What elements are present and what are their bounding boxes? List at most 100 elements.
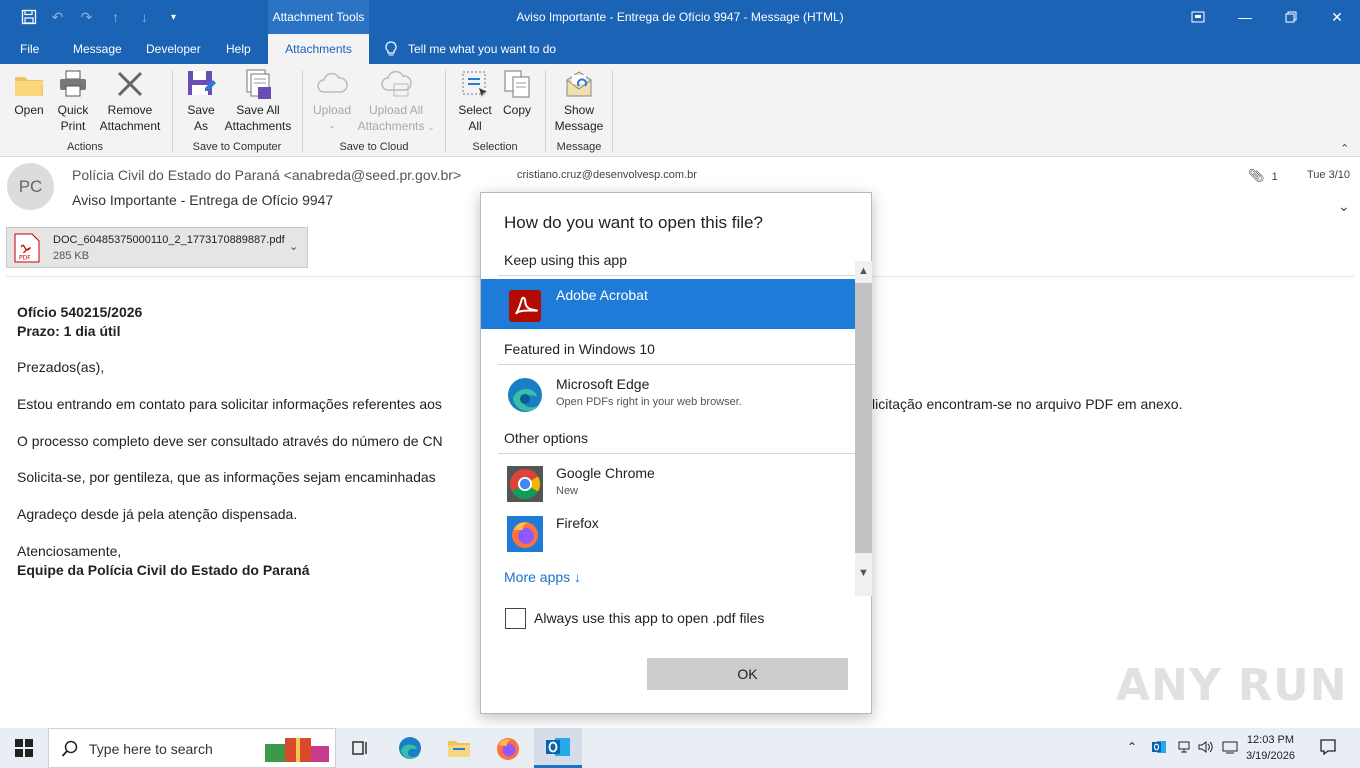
body-paragraph-4: Agradeço desde já pela atenção dispensad… xyxy=(17,506,298,522)
scrollbar-thumb[interactable] xyxy=(855,283,872,553)
windows-logo-icon xyxy=(15,739,33,757)
chevron-down-icon: ⌄ xyxy=(427,123,435,132)
section-other-options: Other options xyxy=(504,430,589,446)
outlook-tray-icon[interactable] xyxy=(1151,739,1167,758)
quick-access-toolbar: ↶ ↷ ↑ ↓ ▾ xyxy=(14,6,188,28)
system-clock[interactable]: 12:03 PM 3/19/2026 xyxy=(1246,732,1295,764)
paperclip-icon: 📎︎ xyxy=(1248,168,1265,183)
quick-print-button[interactable]: Quick Print xyxy=(54,68,92,134)
attachment-size: 285 KB xyxy=(53,250,90,262)
firefox-taskbar-icon[interactable] xyxy=(484,728,532,768)
svg-text:PDF: PDF xyxy=(19,255,31,262)
chevron-down-icon[interactable]: ⌄ xyxy=(289,240,298,253)
expand-header-icon[interactable]: ⌄ xyxy=(1338,198,1350,215)
lightbulb-icon xyxy=(385,41,397,56)
clock-date: 3/19/2026 xyxy=(1246,750,1295,762)
body-paragraph-2: O processo completo deve ser consultado … xyxy=(17,433,443,449)
restore-icon[interactable] xyxy=(1268,0,1314,34)
group-label-message: Message xyxy=(556,141,602,153)
copy-button[interactable]: Copy xyxy=(500,68,534,118)
upload-button[interactable]: Upload ⌄ xyxy=(310,68,354,134)
printer-icon xyxy=(60,70,86,97)
task-view-icon[interactable] xyxy=(336,728,384,768)
ok-button[interactable]: OK xyxy=(647,658,848,690)
app-name: Google Chrome xyxy=(556,465,655,481)
file-explorer-icon[interactable] xyxy=(435,728,483,768)
tab-help[interactable]: Help xyxy=(226,34,251,64)
body-signature: Equipe da Polícia Civil do Estado do Par… xyxy=(17,562,310,578)
save-icon[interactable] xyxy=(14,6,43,28)
upload-all-attachments-button[interactable]: Upload All Attachments ⌄ xyxy=(354,68,438,136)
volume-icon[interactable] xyxy=(1198,740,1214,757)
tab-developer[interactable]: Developer xyxy=(146,34,201,64)
group-separator xyxy=(302,70,303,152)
more-apps-link[interactable]: More apps ↓ xyxy=(504,569,581,585)
app-option-adobe-acrobat[interactable]: Adobe Acrobat xyxy=(481,279,855,329)
arrow-down-icon[interactable]: ↓ xyxy=(130,6,159,28)
open-button[interactable]: Open xyxy=(12,68,46,118)
undo-icon[interactable]: ↶ xyxy=(43,6,72,28)
subject: Aviso Importante - Entrega de Ofício 994… xyxy=(72,192,334,208)
title-bar: ↶ ↷ ↑ ↓ ▾ Attachment Tools Aviso Importa… xyxy=(0,0,1360,34)
save-all-attachments-button[interactable]: Save All Attachments xyxy=(222,68,294,134)
tab-message[interactable]: Message xyxy=(73,34,122,64)
input-indicator-icon[interactable] xyxy=(1222,740,1238,757)
close-icon[interactable]: ✕ xyxy=(1314,0,1360,34)
cloud-icon xyxy=(317,72,348,93)
edge-taskbar-icon[interactable] xyxy=(386,728,434,768)
app-option-firefox[interactable]: Firefox xyxy=(481,507,855,557)
remove-attachment-button[interactable]: Remove Attachment xyxy=(96,68,164,134)
received-date: Tue 3/10 xyxy=(1307,169,1351,181)
start-button[interactable] xyxy=(0,728,48,768)
app-list-scrollbar[interactable]: ▲ ▼ xyxy=(855,261,872,596)
body-paragraph-1b: licitação encontram-se no arquivo PDF em… xyxy=(872,396,1183,412)
app-description: Open PDFs right in your web browser. xyxy=(556,396,742,408)
taskbar-search[interactable]: Type here to search xyxy=(48,728,336,768)
body-deadline: Prazo: 1 dia útil xyxy=(17,323,121,339)
group-separator xyxy=(545,70,546,152)
app-name: Microsoft Edge xyxy=(556,376,650,392)
minimize-icon[interactable]: — xyxy=(1222,0,1268,34)
cloud-upload-icon xyxy=(381,70,412,97)
tab-attachments[interactable]: Attachments xyxy=(268,34,369,64)
tab-file[interactable]: File xyxy=(20,34,39,64)
customize-qat-icon[interactable]: ▾ xyxy=(159,6,188,28)
save-all-icon xyxy=(246,69,271,99)
ribbon-display-icon[interactable] xyxy=(1175,0,1221,34)
outlook-taskbar-icon[interactable] xyxy=(534,728,582,768)
pdf-file-icon: PDF xyxy=(14,233,40,263)
scroll-down-icon[interactable]: ▼ xyxy=(857,566,870,580)
sender[interactable]: Polícia Civil do Estado do Paraná <anabr… xyxy=(72,167,461,183)
collapse-ribbon-icon[interactable]: ⌃ xyxy=(1340,142,1349,155)
search-icon xyxy=(61,740,78,757)
group-label-actions: Actions xyxy=(66,141,104,153)
app-name: Adobe Acrobat xyxy=(556,287,648,303)
save-as-button[interactable]: Save As xyxy=(184,68,218,134)
app-description: New xyxy=(556,485,579,497)
tell-me-text: Tell me what you want to do xyxy=(408,42,557,56)
select-all-button[interactable]: Select All xyxy=(455,68,495,134)
scroll-up-icon[interactable]: ▲ xyxy=(857,264,870,278)
show-message-button[interactable]: Show Message xyxy=(553,68,605,134)
open-with-dialog: How do you want to open this file? Keep … xyxy=(480,192,872,714)
gift-search-highlight-icon xyxy=(265,738,329,762)
redo-icon[interactable]: ↷ xyxy=(72,6,101,28)
arrow-up-icon[interactable]: ↑ xyxy=(101,6,130,28)
group-separator xyxy=(172,70,173,152)
divider xyxy=(498,453,855,454)
save-as-icon xyxy=(188,71,216,95)
network-icon[interactable] xyxy=(1177,740,1191,757)
body-office-number: Ofício 540215/2026 xyxy=(17,304,143,320)
tray-overflow-icon[interactable]: ⌃ xyxy=(1127,740,1137,754)
app-option-google-chrome[interactable]: Google Chrome New xyxy=(481,457,855,507)
dialog-title: How do you want to open this file? xyxy=(504,213,763,232)
app-name: Firefox xyxy=(556,515,599,531)
notification-center-icon[interactable] xyxy=(1319,738,1337,759)
always-use-checkbox[interactable] xyxy=(505,608,526,629)
recipient[interactable]: cristiano.cruz@desenvolvesp.com.br xyxy=(517,169,697,181)
firefox-icon xyxy=(507,516,543,552)
app-option-microsoft-edge[interactable]: Microsoft Edge Open PDFs right in your w… xyxy=(481,368,855,418)
attachment-chip[interactable]: PDF DOC_60485375000110_2_1773170889887.p… xyxy=(6,227,308,268)
body-paragraph-1a: Estou entrando em contato para solicitar… xyxy=(17,396,442,412)
tell-me-box[interactable]: Tell me what you want to do xyxy=(384,34,556,64)
